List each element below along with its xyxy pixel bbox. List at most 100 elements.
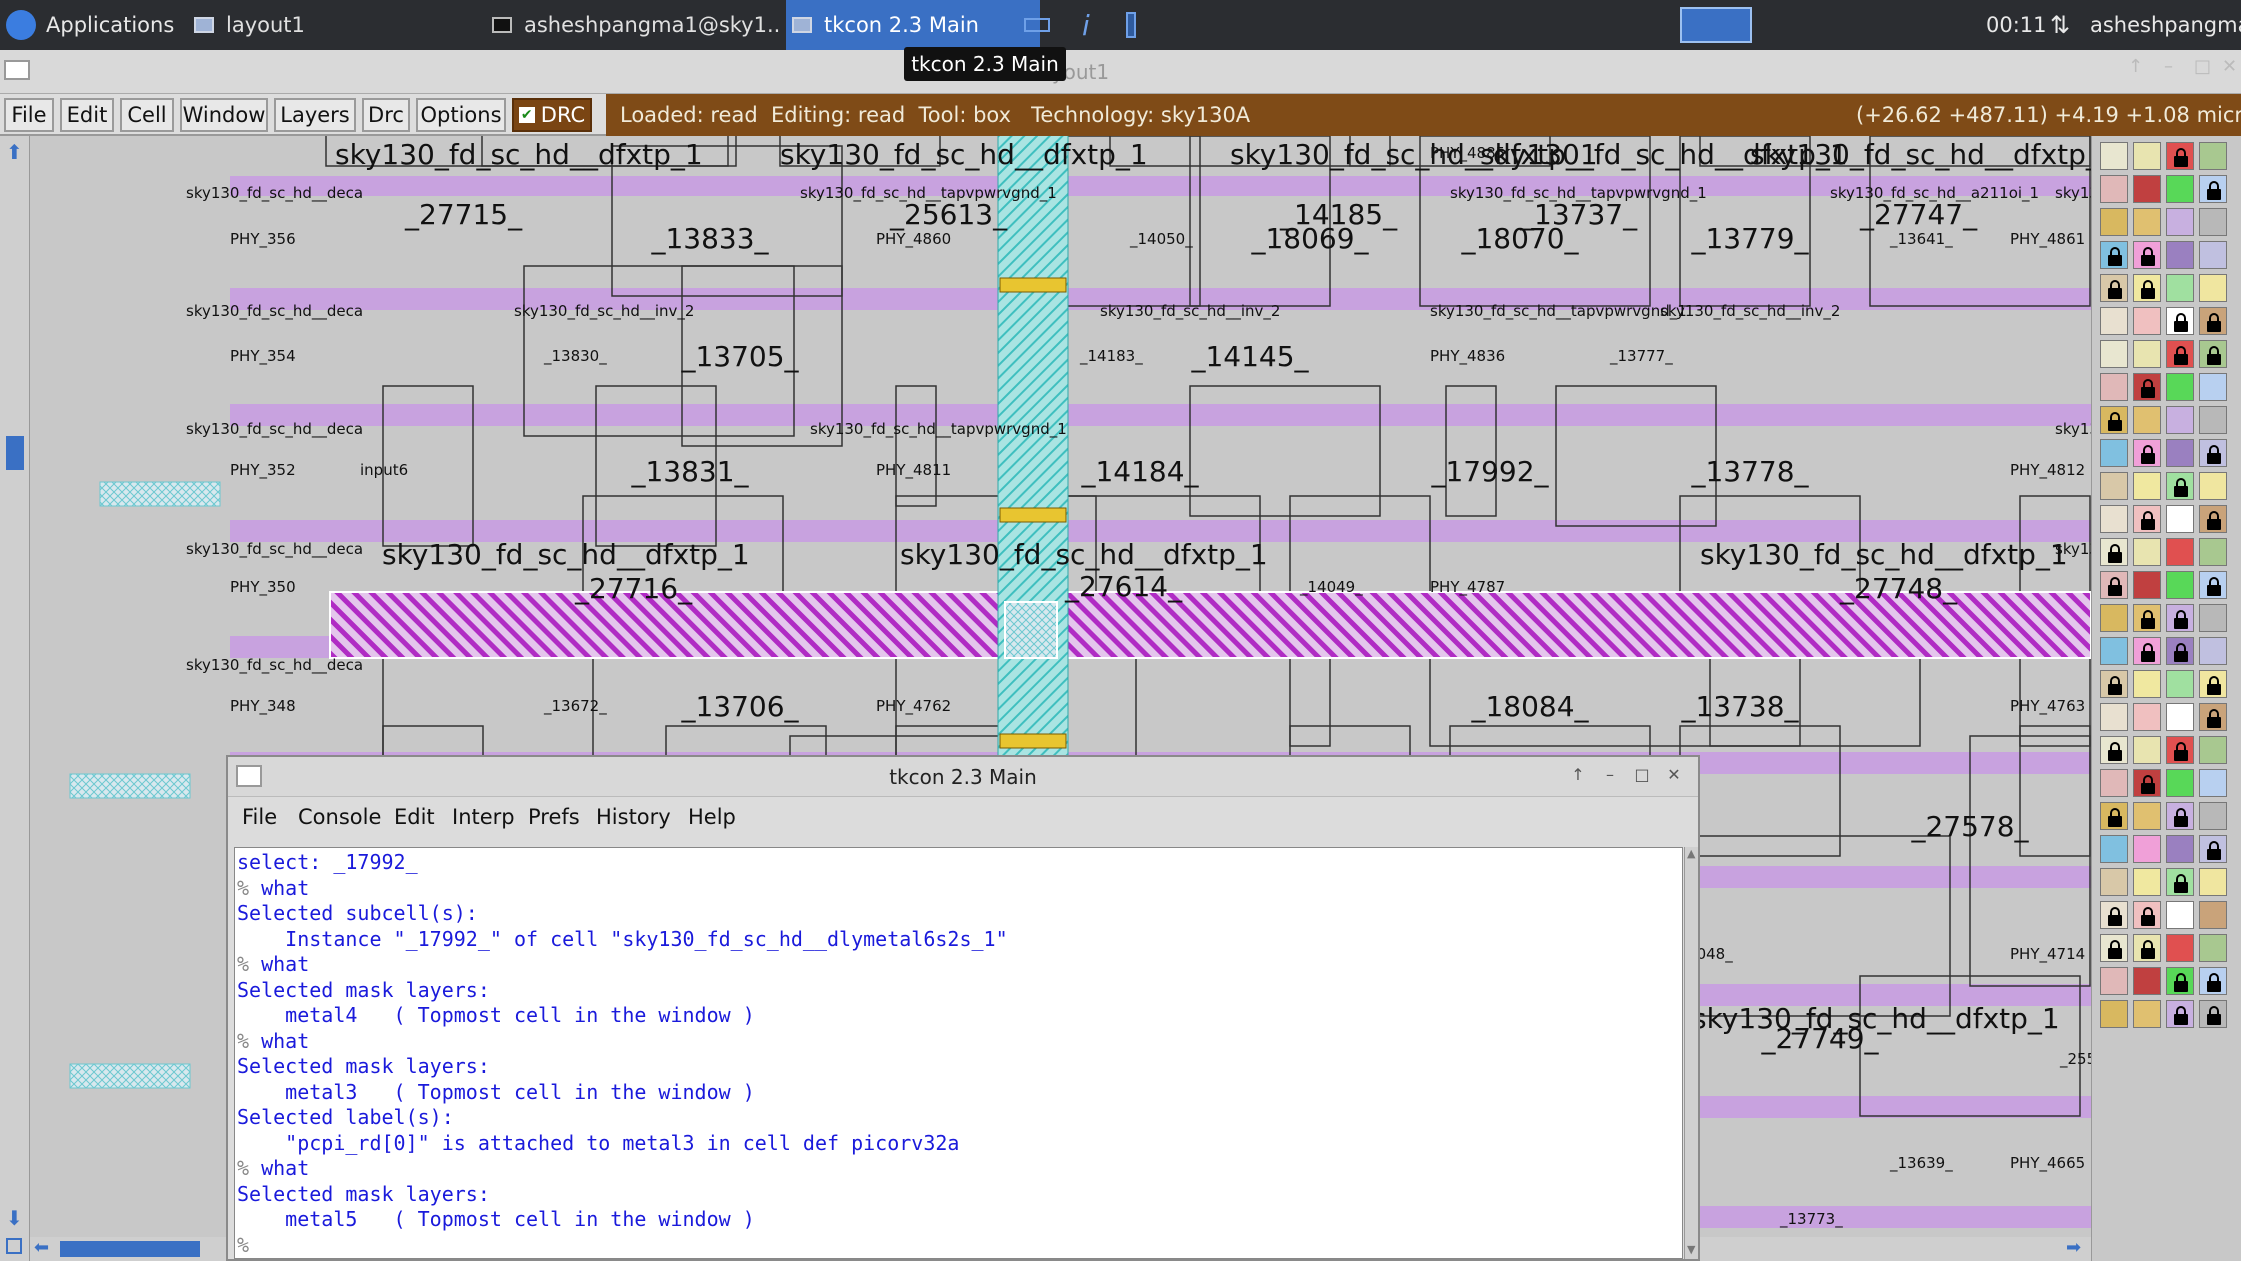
- layer-swatch[interactable]: [2100, 868, 2128, 896]
- workspace-icon[interactable]: [1680, 0, 1754, 50]
- layer-swatch[interactable]: [2166, 637, 2194, 665]
- tkcon-menu-edit[interactable]: Edit: [394, 805, 435, 829]
- menu-options[interactable]: Options: [416, 98, 506, 132]
- maximize-icon[interactable]: ↑: [1568, 765, 1588, 785]
- taskbar-window-terminal[interactable]: asheshpangma1@sky1...: [490, 0, 780, 50]
- menu-cell[interactable]: Cell: [120, 98, 174, 132]
- tkcon-menu-interp[interactable]: Interp: [452, 805, 515, 829]
- minimize-icon[interactable]: –: [1600, 765, 1620, 785]
- network-icon[interactable]: ⇅: [2050, 0, 2076, 50]
- layer-swatch[interactable]: [2199, 769, 2227, 797]
- layer-swatch[interactable]: [2100, 373, 2128, 401]
- layer-swatch[interactable]: [2166, 802, 2194, 830]
- layer-swatch[interactable]: [2100, 802, 2128, 830]
- menu-file[interactable]: File: [4, 98, 54, 132]
- layer-swatch[interactable]: [2199, 934, 2227, 962]
- layer-swatch[interactable]: [2166, 373, 2194, 401]
- tkcon-console[interactable]: select: _17992_% what Selected subcell(s)…: [234, 847, 1683, 1259]
- taskbar-window-tkcon[interactable]: tkcon 2.3 Main: [786, 0, 1040, 50]
- layer-swatch[interactable]: [2166, 1000, 2194, 1028]
- tkcon-scrollbar[interactable]: ▲ ▼: [1684, 847, 1698, 1259]
- applications-menu[interactable]: Applications: [6, 0, 186, 50]
- layer-swatch[interactable]: [2199, 604, 2227, 632]
- tkcon-menu-history[interactable]: History: [596, 805, 671, 829]
- layer-swatch[interactable]: [2100, 934, 2128, 962]
- layer-swatch[interactable]: [2100, 505, 2128, 533]
- layer-swatch[interactable]: [2166, 241, 2194, 269]
- layer-swatch[interactable]: [2199, 802, 2227, 830]
- zoom-box-icon[interactable]: [6, 1238, 22, 1254]
- tkcon-menu-file[interactable]: File: [242, 805, 277, 829]
- layer-swatch[interactable]: [2133, 571, 2161, 599]
- layer-swatch[interactable]: [2133, 175, 2161, 203]
- layer-swatch[interactable]: [2100, 406, 2128, 434]
- layer-swatch[interactable]: [2100, 538, 2128, 566]
- user-name[interactable]: asheshpangma: [2090, 0, 2241, 50]
- layer-swatch[interactable]: [2199, 901, 2227, 929]
- layer-swatch[interactable]: [2133, 538, 2161, 566]
- layer-swatch[interactable]: [2100, 340, 2128, 368]
- layer-swatch[interactable]: [2133, 340, 2161, 368]
- layer-swatch[interactable]: [2199, 571, 2227, 599]
- info-icon[interactable]: i: [1082, 0, 1102, 50]
- layer-swatch[interactable]: [2166, 472, 2194, 500]
- layer-palette[interactable]: [2091, 136, 2241, 1261]
- scroll-down-icon[interactable]: ⬇: [6, 1206, 23, 1230]
- layer-swatch[interactable]: [2166, 439, 2194, 467]
- layer-swatch[interactable]: [2166, 274, 2194, 302]
- layer-swatch[interactable]: [2199, 868, 2227, 896]
- layer-swatch[interactable]: [2166, 175, 2194, 203]
- layer-swatch[interactable]: [2100, 1000, 2128, 1028]
- minimize-icon[interactable]: –: [2164, 56, 2173, 77]
- layer-swatch[interactable]: [2100, 736, 2128, 764]
- layer-swatch[interactable]: [2100, 439, 2128, 467]
- scroll-thumb-h[interactable]: [60, 1241, 200, 1257]
- menu-window[interactable]: Window: [180, 98, 268, 132]
- layer-swatch[interactable]: [2199, 670, 2227, 698]
- layer-swatch[interactable]: [2199, 241, 2227, 269]
- layer-swatch[interactable]: [2166, 340, 2194, 368]
- taskbar-window-layout1[interactable]: layout1: [190, 0, 480, 50]
- layer-swatch[interactable]: [2100, 967, 2128, 995]
- layer-swatch[interactable]: [2199, 406, 2227, 434]
- layer-swatch[interactable]: [2100, 901, 2128, 929]
- restore-icon[interactable]: □: [1632, 765, 1652, 785]
- scroll-down-icon[interactable]: ▼: [1687, 1243, 1695, 1256]
- layer-swatch[interactable]: [2100, 241, 2128, 269]
- layer-swatch[interactable]: [2199, 637, 2227, 665]
- layer-swatch[interactable]: [2133, 142, 2161, 170]
- layer-swatch[interactable]: [2100, 142, 2128, 170]
- layer-swatch[interactable]: [2133, 208, 2161, 236]
- layer-swatch[interactable]: [2133, 472, 2161, 500]
- layer-swatch[interactable]: [2166, 835, 2194, 863]
- layer-swatch[interactable]: [2199, 835, 2227, 863]
- layer-swatch[interactable]: [2166, 505, 2194, 533]
- layer-swatch[interactable]: [2133, 736, 2161, 764]
- restore-icon[interactable]: □: [2194, 56, 2211, 77]
- layer-swatch[interactable]: [2133, 439, 2161, 467]
- scroll-up-icon[interactable]: ⬆: [6, 140, 23, 164]
- layer-swatch[interactable]: [2100, 274, 2128, 302]
- layer-swatch[interactable]: [2100, 670, 2128, 698]
- layer-swatch[interactable]: [2166, 901, 2194, 929]
- layer-swatch[interactable]: [2133, 274, 2161, 302]
- menu-edit[interactable]: Edit: [60, 98, 114, 132]
- layer-swatch[interactable]: [2133, 901, 2161, 929]
- layer-swatch[interactable]: [2199, 538, 2227, 566]
- layer-swatch[interactable]: [2133, 373, 2161, 401]
- layer-swatch[interactable]: [2199, 736, 2227, 764]
- layer-swatch[interactable]: [2133, 505, 2161, 533]
- layer-swatch[interactable]: [2166, 571, 2194, 599]
- layer-swatch[interactable]: [2166, 736, 2194, 764]
- layer-swatch[interactable]: [2166, 703, 2194, 731]
- layer-swatch[interactable]: [2133, 307, 2161, 335]
- layer-swatch[interactable]: [2100, 472, 2128, 500]
- layer-swatch[interactable]: [2133, 802, 2161, 830]
- layer-swatch[interactable]: [2100, 769, 2128, 797]
- tkcon-menu-prefs[interactable]: Prefs: [528, 805, 580, 829]
- menu-drc[interactable]: Drc: [362, 98, 410, 132]
- layer-swatch[interactable]: [2166, 307, 2194, 335]
- layer-swatch[interactable]: [2133, 703, 2161, 731]
- scroll-right-icon[interactable]: ➡: [2066, 1237, 2081, 1258]
- layer-swatch[interactable]: [2166, 406, 2194, 434]
